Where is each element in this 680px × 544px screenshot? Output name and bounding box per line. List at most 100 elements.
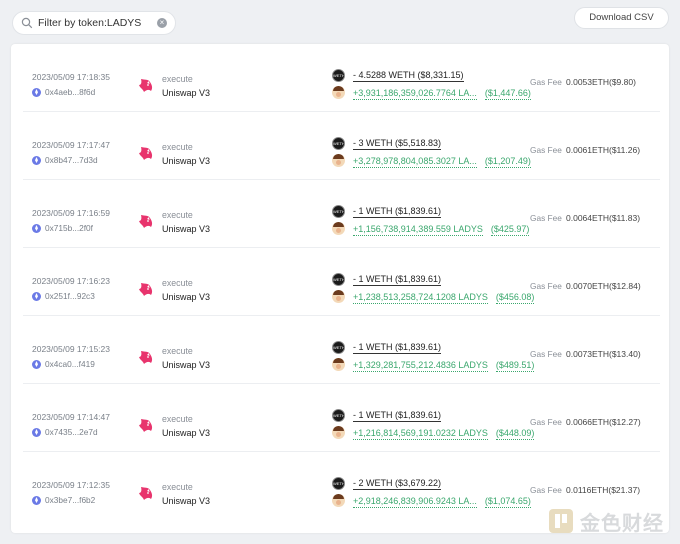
token-received[interactable]: +1,238,513,258,724.1208 LADYS ($456.08) <box>353 291 535 304</box>
token-received-amount[interactable]: +1,238,513,258,724.1208 LADYS <box>353 291 488 304</box>
token-received-usd[interactable]: ($489.51) <box>495 359 535 372</box>
gas-fee-value: 0.0070ETH($12.84) <box>566 281 641 291</box>
tx-action: execute <box>162 74 193 84</box>
transaction-row[interactable]: 2023/05/09 17:15:23 0x4ca0...f419 execut… <box>23 316 660 384</box>
token-received-amount[interactable]: +1,329,281,755,212.4836 LADYS <box>353 359 488 372</box>
weth-token-icon: WETH <box>332 477 345 490</box>
uniswap-unicorn-icon <box>139 147 153 160</box>
transaction-row[interactable]: 2023/05/09 17:18:35 0x4aeb...8f6d execut… <box>23 44 660 112</box>
tx-protocol[interactable]: Uniswap V3 <box>162 156 210 166</box>
token-received-usd[interactable]: ($456.08) <box>495 291 535 304</box>
filter-text: Filter by token:LADYS <box>38 17 142 29</box>
uniswap-unicorn-icon <box>139 79 153 92</box>
token-received[interactable]: +2,918,246,839,906.9243 LA... ($1,074.65… <box>353 495 531 508</box>
tx-hash[interactable]: 0x8b47...7d3d <box>32 155 98 165</box>
token-received-amount[interactable]: +1,156,738,914,389.559 LADYS <box>353 223 483 236</box>
tx-hash-text[interactable]: 0x251f...92c3 <box>45 291 95 301</box>
token-received-usd[interactable]: ($425.97) <box>490 223 530 236</box>
transaction-row[interactable]: 2023/05/09 17:16:23 0x251f...92c3 execut… <box>23 248 660 316</box>
tx-timestamp: 2023/05/09 17:12:35 <box>32 480 110 490</box>
tx-hash[interactable]: 0x7435...2e7d <box>32 427 98 437</box>
token-received-amount[interactable]: +1,216,814,569,191.0232 LADYS <box>353 427 488 440</box>
gas-fee-label: Gas Fee <box>530 213 562 223</box>
tx-action: execute <box>162 414 193 424</box>
uniswap-unicorn-icon <box>139 283 153 296</box>
gas-fee-label: Gas Fee <box>530 281 562 291</box>
token-received[interactable]: +3,931,186,359,026.7764 LA... ($1,447.66… <box>353 87 531 100</box>
top-toolbar: Filter by token:LADYS × Download CSV <box>0 0 680 44</box>
transactions-panel: 2023/05/09 17:18:35 0x4aeb...8f6d execut… <box>11 44 669 533</box>
clear-filter-icon[interactable]: × <box>157 18 167 28</box>
token-received-usd[interactable]: ($1,447.66) <box>484 87 531 100</box>
token-received[interactable]: +1,216,814,569,191.0232 LADYS ($448.09) <box>353 427 535 440</box>
ethereum-icon <box>32 427 41 437</box>
search-icon <box>21 17 33 29</box>
token-received[interactable]: +1,156,738,914,389.559 LADYS ($425.97) <box>353 223 530 236</box>
token-received-amount[interactable]: +3,278,978,804,085.3027 LA... <box>353 155 477 168</box>
ladys-token-icon <box>332 290 345 303</box>
token-sent-amount[interactable]: - 2 WETH ($3,679.22) <box>353 477 442 490</box>
weth-token-icon: WETH <box>332 273 345 286</box>
gas-fee-label: Gas Fee <box>530 417 562 427</box>
tx-hash-text[interactable]: 0x4ca0...f419 <box>45 359 95 369</box>
tx-hash[interactable]: 0x4ca0...f419 <box>32 359 95 369</box>
token-sent-amount[interactable]: - 4.5288 WETH ($8,331.15) <box>353 69 464 82</box>
token-received[interactable]: +3,278,978,804,085.3027 LA... ($1,207.49… <box>353 155 531 168</box>
gas-fee-value: 0.0073ETH($13.40) <box>566 349 641 359</box>
token-received-amount[interactable]: +3,931,186,359,026.7764 LA... <box>353 87 477 100</box>
jinse-logo-icon <box>549 509 573 533</box>
transaction-row[interactable]: 2023/05/09 17:14:47 0x7435...2e7d execut… <box>23 384 660 452</box>
download-csv-button[interactable]: Download CSV <box>574 7 669 29</box>
ladys-token-icon <box>332 426 345 439</box>
tx-action: execute <box>162 482 193 492</box>
ladys-token-icon <box>332 358 345 371</box>
gas-fee-label: Gas Fee <box>530 485 562 495</box>
tx-hash[interactable]: 0x3be7...f6b2 <box>32 495 95 505</box>
weth-token-icon: WETH <box>332 409 345 422</box>
tx-hash-text[interactable]: 0x3be7...f6b2 <box>45 495 95 505</box>
tx-timestamp: 2023/05/09 17:18:35 <box>32 72 110 82</box>
tx-timestamp: 2023/05/09 17:16:23 <box>32 276 110 286</box>
tx-protocol[interactable]: Uniswap V3 <box>162 496 210 506</box>
weth-token-icon: WETH <box>332 205 345 218</box>
token-received-usd[interactable]: ($1,074.65) <box>484 495 531 508</box>
tx-hash[interactable]: 0x4aeb...8f6d <box>32 87 95 97</box>
token-received-amount[interactable]: +2,918,246,839,906.9243 LA... <box>353 495 477 508</box>
tx-action: execute <box>162 142 193 152</box>
token-received[interactable]: +1,329,281,755,212.4836 LADYS ($489.51) <box>353 359 535 372</box>
tx-hash-text[interactable]: 0x8b47...7d3d <box>45 155 98 165</box>
tx-action: execute <box>162 278 193 288</box>
ladys-token-icon <box>332 154 345 167</box>
watermark: 金色财经 <box>548 506 672 536</box>
token-sent-amount[interactable]: - 1 WETH ($1,839.61) <box>353 409 442 422</box>
tx-hash[interactable]: 0x715b...2f0f <box>32 223 93 233</box>
gas-fee-value: 0.0053ETH($9.80) <box>566 77 636 87</box>
gas-fee-label: Gas Fee <box>530 349 562 359</box>
tx-protocol[interactable]: Uniswap V3 <box>162 88 210 98</box>
tx-protocol[interactable]: Uniswap V3 <box>162 360 210 370</box>
tx-hash-text[interactable]: 0x7435...2e7d <box>45 427 98 437</box>
tx-protocol[interactable]: Uniswap V3 <box>162 292 210 302</box>
ethereum-icon <box>32 223 41 233</box>
ethereum-icon <box>32 87 41 97</box>
token-sent-amount[interactable]: - 3 WETH ($5,518.83) <box>353 137 442 150</box>
tx-hash[interactable]: 0x251f...92c3 <box>32 291 95 301</box>
token-sent-amount[interactable]: - 1 WETH ($1,839.61) <box>353 205 442 218</box>
token-received-usd[interactable]: ($448.09) <box>495 427 535 440</box>
transaction-row[interactable]: 2023/05/09 17:17:47 0x8b47...7d3d execut… <box>23 112 660 180</box>
gas-fee-label: Gas Fee <box>530 77 562 87</box>
ethereum-icon <box>32 359 41 369</box>
uniswap-unicorn-icon <box>139 487 153 500</box>
token-sent-amount[interactable]: - 1 WETH ($1,839.61) <box>353 273 442 286</box>
tx-hash-text[interactable]: 0x715b...2f0f <box>45 223 93 233</box>
token-received-usd[interactable]: ($1,207.49) <box>484 155 531 168</box>
transaction-row[interactable]: 2023/05/09 17:16:59 0x715b...2f0f execut… <box>23 180 660 248</box>
token-sent-amount[interactable]: - 1 WETH ($1,839.61) <box>353 341 442 354</box>
tx-timestamp: 2023/05/09 17:15:23 <box>32 344 110 354</box>
tx-hash-text[interactable]: 0x4aeb...8f6d <box>45 87 95 97</box>
tx-protocol[interactable]: Uniswap V3 <box>162 224 210 234</box>
token-filter-input[interactable]: Filter by token:LADYS × <box>12 11 176 35</box>
tx-protocol[interactable]: Uniswap V3 <box>162 428 210 438</box>
ladys-token-icon <box>332 222 345 235</box>
ethereum-icon <box>32 495 41 505</box>
